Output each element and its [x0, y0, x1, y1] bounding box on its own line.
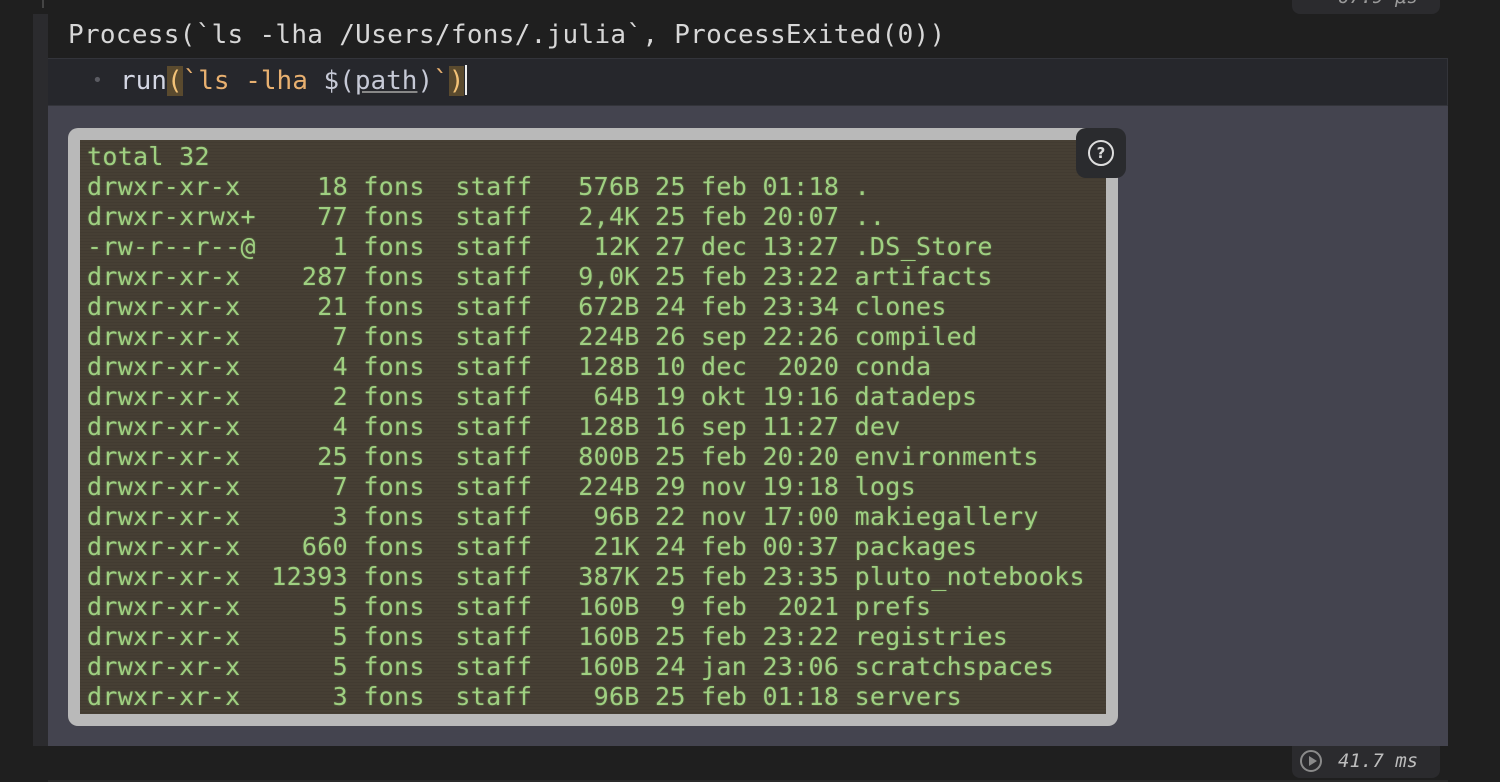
runtime-badge[interactable]: 41.7 ms	[1292, 746, 1440, 778]
terminal-line: drwxr-xr-x 21 fons staff 672B 24 feb 23:…	[87, 292, 947, 321]
code-interp-close: )	[417, 66, 434, 96]
code-paren-close: )	[448, 66, 465, 96]
terminal-line: drwxr-xr-x 7 fons staff 224B 29 nov 19:1…	[87, 472, 916, 501]
terminal-line: drwxr-xr-x 287 fons staff 9,0K 25 feb 23…	[87, 262, 993, 291]
terminal-line: drwxr-xrwx+ 77 fons staff 2,4K 25 feb 20…	[87, 202, 886, 231]
code-editor-line[interactable]: run(`ls -lha $(path)`)	[120, 65, 468, 96]
terminal-line: drwxr-xr-x 3 fons staff 96B 25 feb 01:18…	[87, 682, 963, 711]
terminal-line: total 32	[87, 142, 210, 171]
terminal-line: drwxr-xr-x 4 fons staff 128B 10 dec 2020…	[87, 352, 932, 381]
terminal-line: drwxr-xr-x 2 fons staff 64B 19 okt 19:16…	[87, 382, 978, 411]
code-paren-open: (	[166, 66, 183, 96]
question-circle-icon: ?	[1088, 140, 1114, 166]
cell-divider-tick	[42, 0, 44, 8]
notebook-page: 67.9 μs Process(`ls -lha /Users/fons/.ju…	[0, 0, 1500, 782]
code-interp-open: $(	[323, 66, 355, 96]
cell-output-area: total 32 drwxr-xr-x 18 fons staff 576B 25…	[48, 106, 1448, 746]
terminal-line: drwxr-xr-x 5 fons staff 160B 24 jan 23:0…	[87, 652, 1055, 681]
terminal-line: drwxr-xr-x 660 fons staff 21K 24 feb 00:…	[87, 532, 978, 561]
code-function-token: run	[120, 66, 167, 96]
text-cursor	[465, 65, 468, 95]
terminal-line: drwxr-xr-x 12393 fons staff 387K 25 feb …	[87, 562, 1085, 591]
terminal-line: drwxr-xr-x 7 fons staff 224B 26 sep 22:2…	[87, 322, 978, 351]
terminal-line: drwxr-xr-x 4 fons staff 128B 16 sep 11:2…	[87, 412, 901, 441]
runtime-text: 41.7 ms	[1338, 750, 1419, 772]
terminal-line: -rw-r--r--@ 1 fons staff 12K 27 dec 13:2…	[87, 232, 993, 261]
terminal-line: drwxr-xr-x 3 fons staff 96B 22 nov 17:00…	[87, 502, 1039, 531]
previous-cell-output: Process(`ls -lha /Users/fons/.julia`, Pr…	[48, 14, 1448, 60]
code-variable-path[interactable]: path	[355, 66, 418, 96]
play-circle-icon[interactable]	[1300, 750, 1322, 772]
previous-runtime-text: 67.9 μs	[1338, 0, 1418, 8]
terminal-line: drwxr-xr-x 25 fons staff 800B 25 feb 20:…	[87, 442, 1039, 471]
previous-runtime-badge[interactable]: 67.9 μs	[1292, 0, 1440, 14]
terminal-lines: total 32 drwxr-xr-x 18 fons staff 576B 25…	[87, 142, 1085, 712]
cell-left-rail[interactable]	[33, 14, 48, 746]
line-bullet: •	[92, 70, 103, 91]
code-string-close: `	[433, 66, 449, 96]
terminal-line: drwxr-xr-x 5 fons staff 160B 25 feb 23:2…	[87, 622, 1009, 651]
code-string-open: `ls -lha	[182, 66, 324, 96]
help-button[interactable]: ?	[1076, 128, 1126, 178]
terminal-line: drwxr-xr-x 5 fons staff 160B 9 feb 2021 …	[87, 592, 932, 621]
code-cell-input[interactable]: • run(`ls -lha $(path)`)	[48, 58, 1448, 106]
previous-output-text: Process(`ls -lha /Users/fons/.julia`, Pr…	[68, 20, 946, 50]
terminal-output[interactable]: total 32 drwxr-xr-x 18 fons staff 576B 25…	[80, 140, 1106, 714]
terminal-output-frame: total 32 drwxr-xr-x 18 fons staff 576B 25…	[68, 128, 1126, 726]
terminal-line: drwxr-xr-x 18 fons staff 576B 25 feb 01:…	[87, 172, 870, 201]
